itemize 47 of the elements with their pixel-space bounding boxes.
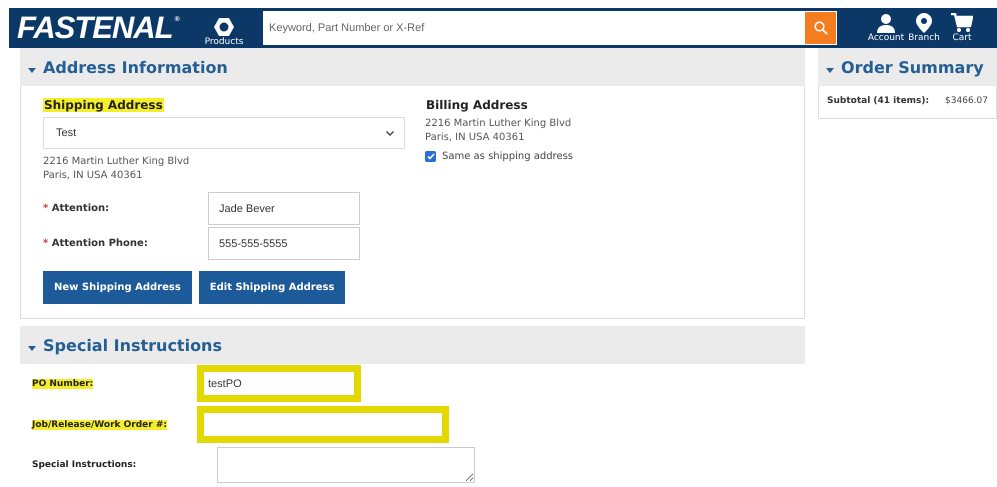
address-button[interactable]: Edit Shipping Address [198,271,346,304]
field-label: PO Number: [32,378,94,388]
field-label: Attention: [52,203,110,214]
caret-icon [826,68,834,72]
text-field[interactable] [197,406,449,443]
billing-heading: Billing Address [425,98,529,112]
address-line: Paris, IN USA 40361 [43,169,144,183]
address-button[interactable]: New Shipping Address [43,271,192,304]
required-mark: * [43,238,48,249]
field-label: Special Instructions: [32,460,136,470]
products-menu[interactable]: Products [189,8,259,48]
text-field[interactable]: testPO [197,365,361,402]
field-label: Attention Phone: [52,238,148,249]
caret-icon [28,68,36,72]
text-area[interactable] [217,447,475,483]
field-label: Job/Release/Work Order #: [32,420,167,430]
cart-icon [951,13,973,33]
nav-link[interactable]: Cart [945,13,979,43]
section-header[interactable]: Address Information [20,48,805,86]
required-mark: * [43,203,48,214]
logo[interactable]: FASTENAL [17,10,173,46]
search-icon [814,21,828,35]
address-line: 2216 Martin Luther King Blvd [43,155,190,169]
hex-nut-icon [214,17,234,37]
map-pin-icon [916,13,932,33]
section-header[interactable]: Order Summary [818,48,997,86]
section-title: Order Summary [841,58,984,76]
search-button[interactable] [804,11,837,45]
shipping-heading: Shipping Address [43,98,164,112]
nav-link[interactable]: Branch [907,13,941,43]
person-icon [876,13,896,33]
subtotal-label: Subtotal (41 items): [827,96,930,106]
address-line: 2216 Martin Luther King Blvd [425,117,572,131]
nav-link[interactable]: Account [869,13,903,43]
checkbox[interactable] [425,151,436,162]
section-title: Address Information [43,58,228,76]
section-header[interactable]: Special Instructions [20,326,805,364]
text-field[interactable]: Jade Bever [208,192,360,225]
address-dropdown[interactable]: Test [43,117,405,149]
subtotal-value: $3466.07 [945,96,988,106]
address-line: Paris, IN USA 40361 [425,131,526,145]
text-field[interactable]: 555-555-5555 [208,227,360,260]
checkbox-label: Same as shipping address [442,151,574,162]
chevron-down-icon [386,130,394,136]
search-field[interactable]: Keyword, Part Number or X-Ref [263,11,804,45]
caret-icon [28,346,36,350]
section-title: Special Instructions [43,336,222,354]
